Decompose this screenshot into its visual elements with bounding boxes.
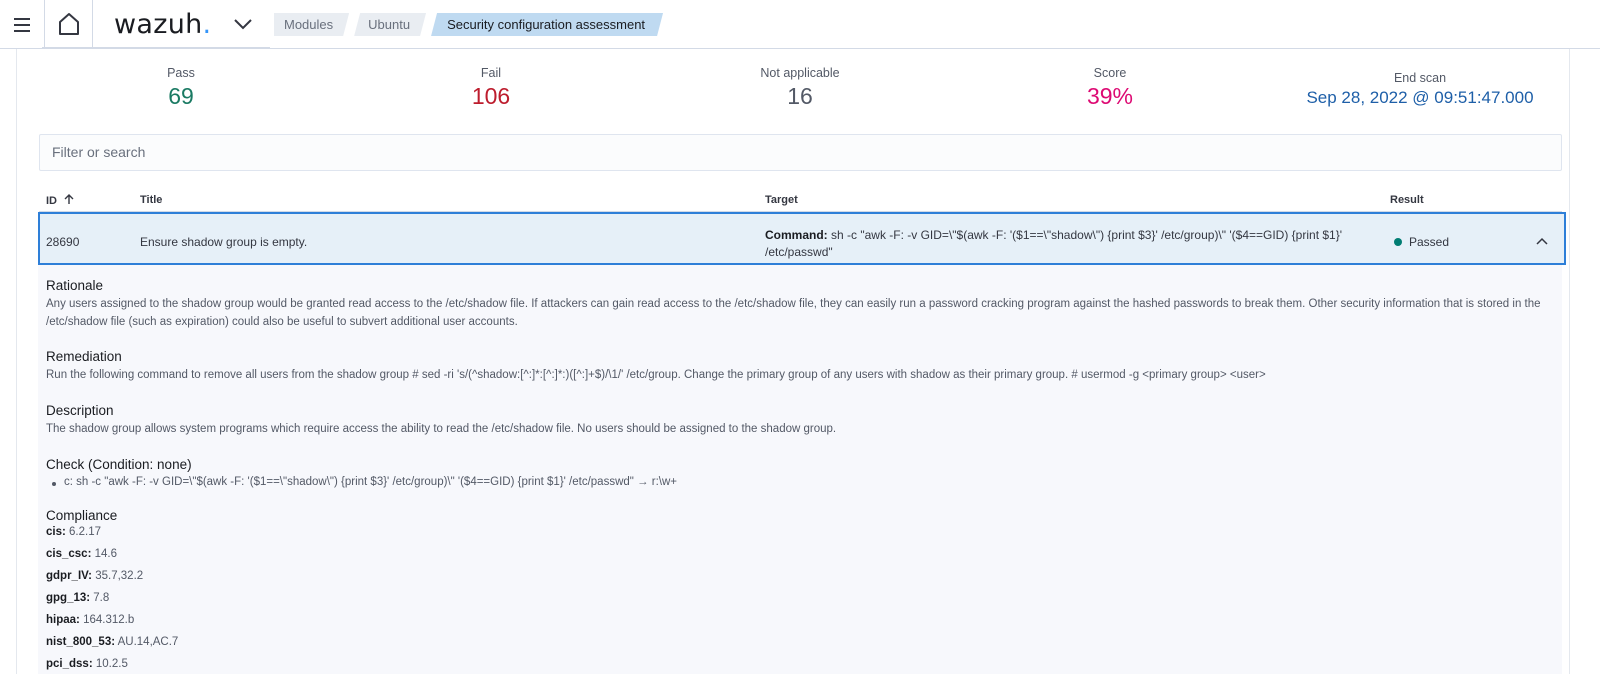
stat-na-label: Not applicable — [760, 66, 840, 80]
stat-end-scan: End scan Sep 28, 2022 @ 09:51:47.000 — [1290, 71, 1550, 108]
compliance-item: gdpr_IV: 35.7,32.2 — [46, 570, 144, 582]
rationale-text: Any users assigned to the shadow group w… — [46, 298, 1541, 328]
compliance-item: cis: 6.2.17 — [46, 526, 101, 538]
header-divider — [44, 0, 45, 49]
compliance-item: pci_dss: 10.2.5 — [46, 658, 128, 670]
compliance-item: cis_csc: 14.6 — [46, 548, 117, 560]
row-result: Passed — [1409, 235, 1450, 249]
breadcrumb-modules[interactable]: Modules — [274, 13, 349, 36]
stat-pass: Pass 69 — [141, 66, 221, 110]
home-icon[interactable] — [58, 12, 80, 36]
row-title: Ensure shadow group is empty. — [140, 235, 308, 249]
top-header: wazuh. Modules Ubuntu Security configura… — [0, 0, 1600, 49]
description-section: Description The shadow group allows syst… — [46, 403, 1546, 438]
stat-score: Score 39% — [1070, 66, 1150, 110]
menu-icon[interactable] — [14, 18, 30, 32]
stat-fail-value: 106 — [471, 83, 511, 109]
description-title: Description — [46, 403, 114, 418]
row-target: Command: sh -c "awk -F: -v GID=\"$(awk -… — [765, 228, 1343, 259]
stat-end-scan-value: Sep 28, 2022 @ 09:51:47.000 — [1306, 88, 1534, 107]
chevron-up-icon[interactable] — [1535, 236, 1549, 246]
compliance-item: gpg_13: 7.8 — [46, 592, 110, 604]
stat-end-scan-label: End scan — [1393, 71, 1447, 85]
stat-score-label: Score — [1093, 66, 1127, 80]
remediation-title: Remediation — [46, 349, 122, 364]
stat-fail: Fail 106 — [451, 66, 531, 110]
compliance-item: nist_800_53: AU.14,AC.7 — [46, 636, 179, 648]
breadcrumb-ubuntu[interactable]: Ubuntu — [354, 13, 426, 36]
description-text: The shadow group allows system programs … — [46, 423, 837, 435]
chevron-down-icon[interactable] — [233, 17, 253, 31]
stat-not-applicable: Not applicable 16 — [740, 66, 860, 110]
rationale-section: Rationale Any users assigned to the shad… — [46, 278, 1546, 331]
remediation-text: Run the following command to remove all … — [46, 369, 1266, 381]
wazuh-logo[interactable]: wazuh. — [114, 9, 211, 40]
status-dot-icon — [1394, 238, 1402, 246]
column-header-target[interactable]: Target — [765, 194, 798, 206]
breadcrumb-sca: Security configuration assessment — [431, 13, 663, 36]
search-input[interactable]: Filter or search — [39, 134, 1562, 171]
check-section: Check (Condition: none) c: sh -c "awk -F… — [46, 457, 677, 488]
row-id: 28690 — [46, 235, 80, 249]
compliance-section: Compliance cis: 6.2.17 cis_csc: 14.6 gdp… — [46, 508, 178, 674]
stat-pass-value: 69 — [168, 83, 194, 109]
remediation-section: Remediation Run the following command to… — [46, 349, 1546, 384]
compliance-title: Compliance — [46, 508, 118, 523]
stat-na-value: 16 — [787, 83, 813, 109]
sort-ascending-icon — [64, 194, 74, 204]
compliance-item: hipaa: 164.312.b — [46, 614, 135, 626]
check-item: c: sh -c "awk -F: -v GID=\"$(awk -F: '($… — [46, 476, 677, 488]
stat-pass-label: Pass — [167, 66, 195, 80]
column-header-title[interactable]: Title — [140, 194, 162, 206]
breadcrumb: Modules Ubuntu Security configuration as… — [274, 13, 668, 36]
check-title: Check (Condition: none) — [46, 457, 192, 472]
rationale-title: Rationale — [46, 278, 104, 293]
column-header-result[interactable]: Result — [1390, 194, 1424, 206]
column-header-id[interactable]: ID — [46, 194, 74, 207]
stat-fail-label: Fail — [480, 66, 502, 80]
stat-score-value: 39% — [1086, 83, 1134, 109]
header-divider — [92, 0, 93, 49]
